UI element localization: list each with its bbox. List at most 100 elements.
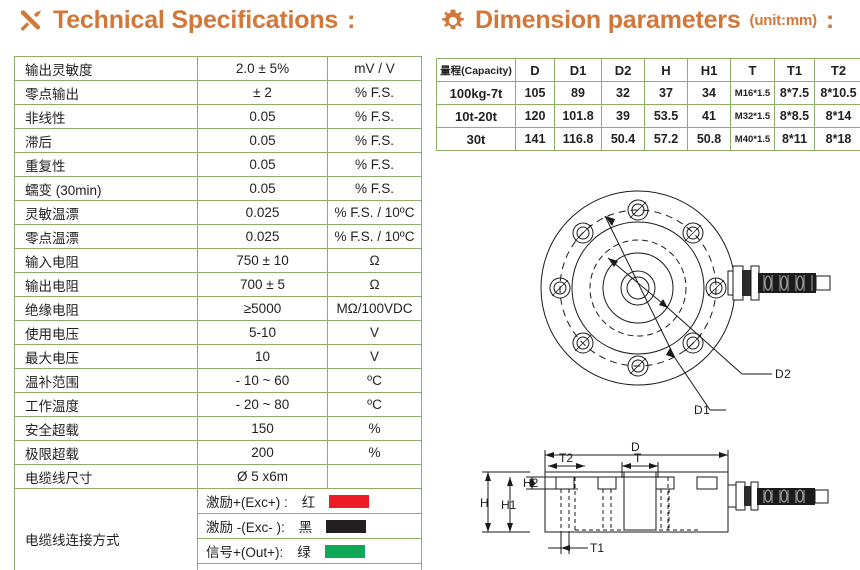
dimension-cell: 8*11 xyxy=(774,127,815,151)
dimension-cell: 120 xyxy=(515,104,555,128)
spec-row: 温补范围 - 10 ~ 60 ºC xyxy=(14,368,422,393)
technical-specifications-title: Technical Specifications xyxy=(53,6,339,34)
wiring-row: 电缆线连接方式 激励+(Exc+) : 红 xyxy=(14,488,422,570)
spec-row-unit: MΩ/100VDC xyxy=(327,296,422,321)
spec-row: 非线性 0.05% F.S. xyxy=(14,104,422,129)
spec-row-unit: ºC xyxy=(327,368,422,393)
dimension-cell: 53.5 xyxy=(644,104,688,128)
spec-row-value: 5-10 xyxy=(197,320,328,345)
dimension-cell: 34 xyxy=(687,81,731,105)
wiring-entry: 激励 -(Exc- ): 黑 xyxy=(197,513,422,539)
spec-row: 零点输出 ± 2% F.S. xyxy=(14,80,422,105)
spec-row-name: 工作温度 xyxy=(14,392,198,417)
spec-row-value: 0.05 xyxy=(197,128,328,153)
spec-row-value: Ø 5 x6m xyxy=(197,464,328,489)
wiring-signal-name: 信号 -(Out- ): xyxy=(206,566,284,570)
wiring-signal-name: 激励 -(Exc- ): xyxy=(206,520,285,535)
spec-row-name: 滞后 xyxy=(14,128,198,153)
wiring-color-name: 黑 xyxy=(298,520,313,535)
dimension-cell: 8*8.5 xyxy=(774,104,815,128)
dimension-row: 100kg-7t10589323734M16*1.58*7.58*10.57.2 xyxy=(436,81,860,105)
dimension-cell: 50.8 xyxy=(687,127,731,151)
dimension-cell: M16*1.5 xyxy=(730,81,775,105)
spec-row-name: 极限超载 xyxy=(14,440,198,465)
dimension-header-cell: 量程(Capacity) xyxy=(436,58,516,82)
technical-specifications-heading: Technical Specifications: xyxy=(18,6,355,35)
spec-row-name: 最大电压 xyxy=(14,344,198,369)
cable-assembly-side xyxy=(727,481,829,511)
dimension-cell: 50.4 xyxy=(601,127,645,151)
spec-row-name: 输入电阻 xyxy=(14,248,198,273)
spec-row: 工作温度 - 20 ~ 80 ºC xyxy=(14,392,422,417)
spec-row-name: 安全超载 xyxy=(14,416,198,441)
wiring-color-name: 绿 xyxy=(297,545,311,560)
wiring-entry: 激励+(Exc+) : 红 xyxy=(197,488,422,514)
dimension-cell: M40*1.5 xyxy=(730,127,775,151)
spec-row: 电缆线尺寸 Ø 5 x6m xyxy=(14,464,422,489)
dimension-cell: 105 xyxy=(515,81,555,105)
dimension-cell: 32 xyxy=(601,81,645,105)
spec-row-unit: % xyxy=(327,416,422,441)
side-view-callout-h: H xyxy=(480,496,489,510)
spec-row-name: 灵敏温漂 xyxy=(14,200,198,225)
wiring-color-name: 白 xyxy=(298,566,312,570)
spec-row-value: - 10 ~ 60 xyxy=(197,368,328,393)
dimension-header-cell: T xyxy=(730,58,775,82)
dimension-header-cell: D2 xyxy=(601,58,645,82)
spec-row: 输出电阻 700 ± 5Ω xyxy=(14,272,422,297)
spec-row-unit: % F.S. xyxy=(327,80,422,105)
spec-row-unit: % F.S. xyxy=(327,104,422,129)
wiring-signal-name: 信号+(Out+): xyxy=(206,545,284,560)
spec-row-unit: % F.S. / 10ºC xyxy=(327,200,422,225)
dimension-header-cell: D1 xyxy=(554,58,602,82)
dimension-header-cell: T1 xyxy=(774,58,815,82)
side-view-callout-t1: T1 xyxy=(590,541,604,555)
wiring-color-name: 红 xyxy=(301,495,316,510)
cable-assembly xyxy=(727,265,831,301)
dimension-cell: 37 xyxy=(644,81,688,105)
spec-row: 输出灵敏度 2.0 ± 5% mV / V xyxy=(14,56,422,81)
dimension-header-cell: H1 xyxy=(687,58,731,82)
spec-row: 灵敏温漂 0.025% F.S. / 10ºC xyxy=(14,200,422,225)
spec-row-unit: % F.S. xyxy=(327,152,422,177)
wiring-color-swatch xyxy=(326,519,367,533)
dimension-cell: 57.2 xyxy=(644,127,688,151)
dimension-header-cell: H xyxy=(644,58,688,82)
spec-sheet-page: Technical Specifications: Dimension para… xyxy=(0,0,860,570)
spec-row-value: 200 xyxy=(197,440,328,465)
spec-row-name: 零点输出 xyxy=(14,80,198,105)
dimension-row: 30t141116.850.457.250.8M40*1.58*118*1811 xyxy=(436,127,860,151)
wiring-color-swatch xyxy=(324,544,365,558)
spec-row: 重复性 0.05% F.S. xyxy=(14,152,422,177)
dimension-header-row: 量程(Capacity)DD1D2HH1TT1T2H2 xyxy=(436,58,860,82)
spec-row-value: ≥5000 xyxy=(197,296,328,321)
spec-row: 最大电压 10 V xyxy=(14,344,422,369)
spec-row-name: 输出电阻 xyxy=(14,272,198,297)
dimension-cell: 30t xyxy=(436,127,516,151)
dimension-cell: 8*14 xyxy=(814,104,860,128)
dimension-unit-note: (unit:mm) xyxy=(749,12,818,29)
spec-row-unit: Ω xyxy=(327,248,422,273)
side-view-callout-t2: T2 xyxy=(559,451,573,465)
spec-row-unit xyxy=(327,464,422,489)
spec-row-unit: mV / V xyxy=(327,56,422,81)
spec-row-value: 0.025 xyxy=(197,224,328,249)
spec-row-value: 150 xyxy=(197,416,328,441)
heading-right-colon: : xyxy=(825,6,835,34)
spec-row-value: 2.0 ± 5% xyxy=(197,56,328,81)
spec-row-value: ± 2 xyxy=(197,80,328,105)
side-view-callout-h1: H1 xyxy=(501,498,517,512)
dimension-parameters-table: 量程(Capacity)DD1D2HH1TT1T2H2100kg-7t10589… xyxy=(436,58,860,151)
dimension-cell: 41 xyxy=(687,104,731,128)
spec-row-name: 输出灵敏度 xyxy=(14,56,198,81)
spec-row-name: 重复性 xyxy=(14,152,198,177)
spec-row: 绝缘电阻 ≥5000 MΩ/100VDC xyxy=(14,296,422,321)
dimension-cell: 8*7.5 xyxy=(774,81,815,105)
spec-row: 极限超载 200% xyxy=(14,440,422,465)
load-cell-top-view-drawing: D1 D2 xyxy=(520,178,860,423)
spec-row-name: 蠕变 (30min) xyxy=(14,176,198,201)
spec-row-name: 零点温漂 xyxy=(14,224,198,249)
spec-row: 蠕变 (30min) 0.05% F.S. xyxy=(14,176,422,201)
spec-row-name: 使用电压 xyxy=(14,320,198,345)
spec-row-value: - 20 ~ 80 xyxy=(197,392,328,417)
